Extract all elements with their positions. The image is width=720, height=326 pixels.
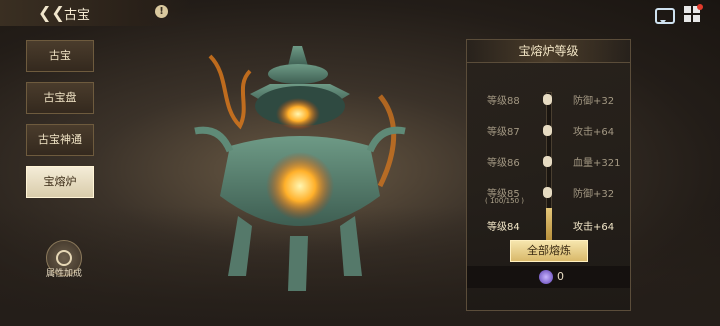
menu-item-gubaopan[interactable]: 古宝盘	[26, 82, 94, 114]
menu-item-gubao-shentong[interactable]: 古宝神通	[26, 124, 94, 156]
chat-icon[interactable]	[655, 8, 675, 24]
level-label: 等级86	[487, 158, 520, 169]
cost-bar: 0	[467, 266, 630, 288]
level-node	[543, 156, 552, 167]
level-stat: 防御+32	[573, 96, 615, 107]
level-node	[543, 94, 552, 105]
level-row: 等级86 血量+321	[467, 154, 630, 170]
level-progress-text: ( 100/150 )	[485, 197, 524, 205]
level-node	[543, 187, 552, 198]
info-icon[interactable]: !	[155, 5, 168, 18]
menu-item-gubao[interactable]: 古宝	[26, 40, 94, 72]
page-title: 古宝	[64, 8, 91, 23]
furnace-level-panel: 宝熔炉等级 等级88 防御+32 等级87 攻击+64 等级86 血量+321 …	[466, 39, 631, 311]
panel-title: 宝熔炉等级	[467, 40, 630, 63]
level-stat: 防御+32	[573, 189, 615, 200]
back-arrow-icon[interactable]: ❮❮	[38, 4, 65, 22]
level-row: 等级88 防御+32	[467, 92, 630, 108]
level-row: 等级87 攻击+64	[467, 123, 630, 139]
level-label: 等级88	[487, 96, 520, 107]
level-label: 等级87	[487, 127, 520, 138]
melt-all-button[interactable]: 全部熔炼	[510, 240, 588, 262]
level-node	[543, 125, 552, 136]
material-icon	[539, 270, 553, 284]
level-row-current: 等级84 攻击+64	[467, 218, 630, 234]
furnace-illustration	[194, 46, 406, 291]
level-label: 等级84	[487, 222, 520, 233]
top-bar: ❮❮ 古宝 !	[0, 0, 190, 26]
menu-item-baoronglu[interactable]: 宝熔炉	[26, 166, 94, 198]
notification-dot	[697, 4, 703, 10]
flower-icon	[56, 250, 72, 266]
level-stat: 攻击+64	[573, 127, 615, 138]
level-stat: 攻击+64	[573, 222, 615, 233]
attribute-bonus-label: 属性加成	[45, 269, 82, 279]
level-stat: 血量+321	[573, 158, 621, 169]
cost-value: 0	[557, 270, 564, 283]
